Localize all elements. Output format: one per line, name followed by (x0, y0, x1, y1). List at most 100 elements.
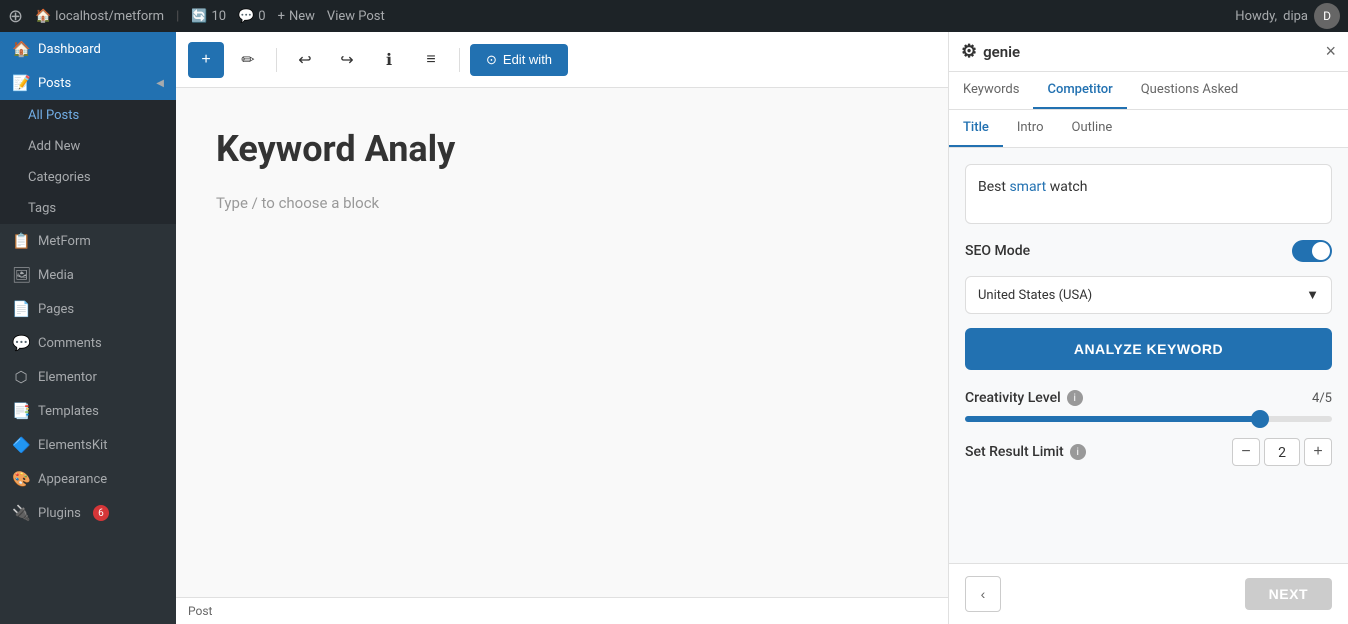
tab-keywords[interactable]: Keywords (949, 72, 1033, 109)
editor-toolbar: + ✏ ↩ ↪ ℹ ≡ ⊙ Edit with (176, 32, 948, 88)
close-panel-button[interactable]: × (1325, 41, 1336, 62)
title-input-box[interactable]: Best smart watch (965, 164, 1332, 224)
block-hint[interactable]: Type / to choose a block (216, 194, 908, 212)
add-block-button[interactable]: + (188, 42, 224, 78)
sidebar-label-tags: Tags (28, 201, 56, 216)
redo-button[interactable]: ↪ (329, 42, 365, 78)
sidebar-label-comments: Comments (38, 336, 102, 351)
editor-content: Keyword Analy Type / to choose a block (176, 88, 948, 597)
site-name[interactable]: 🏠 localhost/metform (35, 9, 164, 24)
view-post-link[interactable]: View Post (327, 9, 385, 24)
templates-icon: 📑 (12, 402, 30, 420)
info-icon: ℹ (386, 50, 392, 70)
seo-mode-row: SEO Mode (965, 240, 1332, 262)
sidebar-item-elementor[interactable]: ⬡ Elementor (0, 360, 176, 394)
pages-icon: 📄 (12, 300, 30, 318)
avatar: D (1314, 3, 1340, 29)
sidebar-item-categories[interactable]: Categories (0, 162, 176, 193)
next-button[interactable]: NEXT (1245, 578, 1332, 610)
close-icon: × (1325, 41, 1336, 61)
editor-area: + ✏ ↩ ↪ ℹ ≡ ⊙ Edit with (176, 32, 948, 624)
plugins-icon: 🔌 (12, 504, 30, 522)
plus-icon: + (278, 9, 285, 24)
creativity-info-icon[interactable]: i (1067, 390, 1083, 406)
panel-content: Best smart watch SEO Mode United States … (949, 148, 1348, 563)
tab-competitor-label: Competitor (1047, 82, 1112, 97)
sidebar-item-metform[interactable]: 📋 MetForm (0, 224, 176, 258)
genie-icon: ⚙ (961, 41, 977, 62)
sidebar-item-dashboard[interactable]: 🏠 Dashboard (0, 32, 176, 66)
country-select[interactable]: United States (USA) ▼ (965, 276, 1332, 314)
new-item[interactable]: + New (278, 9, 315, 24)
dashboard-icon: 🏠 (12, 40, 30, 58)
tab-title[interactable]: Title (949, 110, 1003, 147)
sidebar-item-pages[interactable]: 📄 Pages (0, 292, 176, 326)
separator: | (176, 9, 179, 24)
sidebar-label-all-posts: All Posts (28, 108, 79, 123)
posts-icon: 📝 (12, 74, 30, 92)
redo-icon: ↪ (340, 50, 353, 70)
pencil-icon: ✏ (241, 50, 254, 70)
sidebar-label-pages: Pages (38, 302, 74, 317)
sidebar-item-add-new[interactable]: Add New (0, 131, 176, 162)
arrow-icon: ◀ (156, 78, 164, 89)
analyze-keyword-button[interactable]: ANALYZE KEYWORD (965, 328, 1332, 370)
sidebar-item-media[interactable]: 🖼 Media (0, 258, 176, 292)
creativity-value: 4/5 (1312, 391, 1332, 406)
result-limit-controls: − 2 + (1232, 438, 1332, 466)
comment-count[interactable]: 💬 0 (238, 9, 266, 24)
tab-competitor[interactable]: Competitor (1033, 72, 1126, 109)
editor-footer: Post (176, 597, 948, 624)
tab-intro[interactable]: Intro (1003, 110, 1058, 147)
nav-footer: ‹ NEXT (949, 563, 1348, 624)
update-count[interactable]: 🔄 10 (191, 9, 226, 24)
edit-with-button[interactable]: ⊙ Edit with (470, 44, 568, 76)
sidebar-item-elementskit[interactable]: 🔷 ElementsKit (0, 428, 176, 462)
increase-limit-button[interactable]: + (1304, 438, 1332, 466)
result-limit-info-icon[interactable]: i (1070, 444, 1086, 460)
back-button[interactable]: ‹ (965, 576, 1001, 612)
username-text: dipa (1283, 9, 1308, 24)
genie-logo: ⚙ genie (961, 41, 1020, 62)
genie-label: genie (983, 43, 1020, 61)
creativity-slider-thumb[interactable] (1251, 410, 1269, 428)
sidebar-label-appearance: Appearance (38, 472, 107, 487)
creativity-slider-fill (965, 416, 1259, 422)
list-view-button[interactable]: ≡ (413, 42, 449, 78)
highlight-word: smart (1009, 179, 1046, 195)
post-title: Keyword Analy (216, 128, 908, 170)
howdy-text: Howdy, (1235, 9, 1277, 24)
back-icon: ‹ (981, 586, 986, 602)
sidebar-item-posts[interactable]: 📝 Posts ◀ (0, 66, 176, 100)
sidebar-item-comments[interactable]: 💬 Comments (0, 326, 176, 360)
info-button[interactable]: ℹ (371, 42, 407, 78)
sidebar-item-all-posts[interactable]: All Posts (0, 100, 176, 131)
update-number: 10 (211, 9, 226, 24)
tab-questions-asked[interactable]: Questions Asked (1127, 72, 1253, 109)
sidebar-item-appearance[interactable]: 🎨 Appearance (0, 462, 176, 496)
seo-mode-toggle[interactable] (1292, 240, 1332, 262)
plus-block-icon: + (201, 51, 210, 69)
sidebar-label-posts: Posts (38, 76, 71, 91)
main-layout: 🏠 Dashboard 📝 Posts ◀ All Posts Add New … (0, 32, 1348, 624)
edit-tool-button[interactable]: ✏ (230, 42, 266, 78)
undo-button[interactable]: ↩ (287, 42, 323, 78)
result-limit-label: Set Result Limit (965, 444, 1064, 460)
sidebar-item-templates[interactable]: 📑 Templates (0, 394, 176, 428)
right-panel-header: ⚙ genie × (949, 32, 1348, 72)
plugins-badge: 6 (93, 505, 109, 521)
country-selected-value: United States (USA) (978, 288, 1092, 303)
elementskit-icon: 🔷 (12, 436, 30, 454)
comment-number: 0 (258, 9, 265, 24)
sidebar-item-tags[interactable]: Tags (0, 193, 176, 224)
edit-with-icon: ⊙ (486, 52, 497, 68)
update-icon: 🔄 (191, 9, 207, 24)
sidebar-label-dashboard: Dashboard (38, 42, 101, 57)
tabs-row-1: Keywords Competitor Questions Asked (949, 72, 1348, 110)
right-panel: ⚙ genie × Keywords Competitor Questions … (948, 32, 1348, 624)
tab-outline[interactable]: Outline (1058, 110, 1127, 147)
decrease-limit-button[interactable]: − (1232, 438, 1260, 466)
list-icon: ≡ (426, 51, 435, 69)
sidebar-item-plugins[interactable]: 🔌 Plugins 6 (0, 496, 176, 530)
wp-logo-icon[interactable]: ⊕ (8, 6, 23, 27)
